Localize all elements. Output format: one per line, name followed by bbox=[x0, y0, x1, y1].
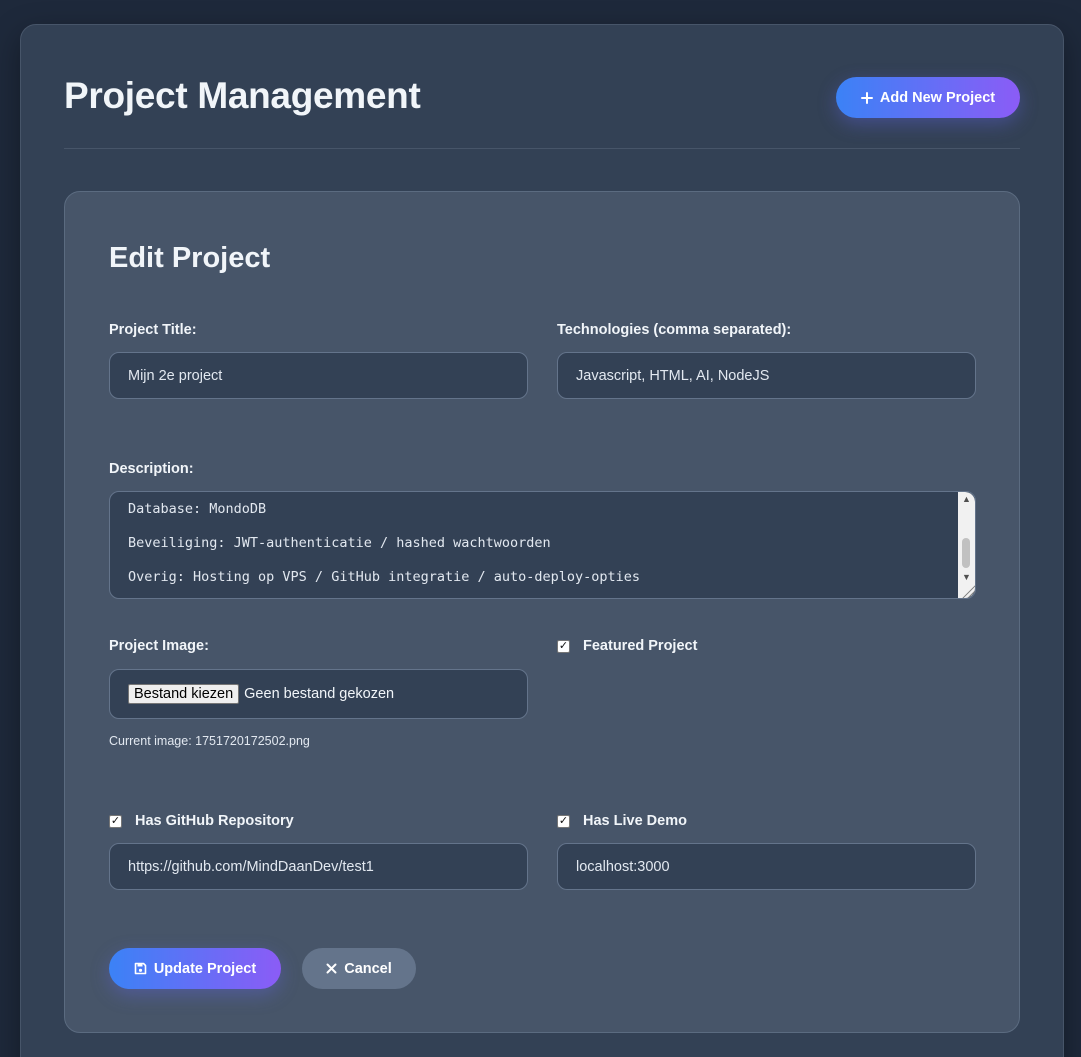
featured-project-checkbox[interactable]: ✓ bbox=[557, 639, 570, 653]
current-image-text: Current image: 1751720172502.png bbox=[109, 734, 310, 748]
project-title-value: Mijn 2e project bbox=[128, 367, 223, 384]
project-title-input[interactable]: Mijn 2e project bbox=[109, 352, 528, 399]
project-title-label: Project Title: bbox=[109, 322, 197, 338]
featured-project-row: ✓ Featured Project bbox=[557, 638, 697, 654]
featured-project-label: Featured Project bbox=[583, 638, 698, 654]
resize-grip-icon[interactable] bbox=[961, 584, 975, 598]
github-url-input[interactable]: https://github.com/MindDaanDev/test1 bbox=[109, 843, 528, 890]
has-live-demo-checkbox[interactable]: ✓ bbox=[557, 814, 570, 828]
page-title: Project Management bbox=[64, 75, 421, 116]
scroll-thumb[interactable] bbox=[962, 538, 970, 568]
update-project-button[interactable]: Update Project bbox=[109, 948, 281, 989]
scroll-up-icon[interactable]: ▲ bbox=[958, 492, 975, 506]
form-title: Edit Project bbox=[109, 242, 271, 274]
live-demo-url-value: localhost:3000 bbox=[576, 858, 670, 875]
technologies-value: Javascript, HTML, AI, NodeJS bbox=[576, 367, 770, 384]
github-url-value: https://github.com/MindDaanDev/test1 bbox=[128, 858, 374, 875]
floppy-disk-icon bbox=[134, 962, 147, 975]
has-github-checkbox[interactable]: ✓ bbox=[109, 814, 122, 828]
project-image-file-input: Bestand kiezen Geen bestand gekozen bbox=[109, 669, 528, 719]
description-line: Beveiliging: JWT-authenticatie / hashed … bbox=[128, 535, 551, 551]
description-textarea[interactable]: Database: MondoDB Beveiliging: JWT-authe… bbox=[109, 491, 976, 599]
description-line: Database: MondoDB bbox=[128, 501, 267, 517]
add-new-project-button[interactable]: Add New Project bbox=[836, 77, 1020, 118]
live-demo-row: ✓ Has Live Demo bbox=[557, 813, 687, 829]
plus-icon bbox=[860, 91, 873, 104]
description-label: Description: bbox=[109, 461, 194, 477]
description-scrollbar[interactable]: ▲ ▼ bbox=[958, 492, 975, 598]
live-demo-url-input[interactable]: localhost:3000 bbox=[557, 843, 976, 890]
x-icon bbox=[326, 963, 337, 974]
update-project-label: Update Project bbox=[153, 960, 257, 977]
technologies-input[interactable]: Javascript, HTML, AI, NodeJS bbox=[557, 352, 976, 399]
add-new-project-label: Add New Project bbox=[879, 89, 996, 106]
description-line: Overig: Hosting op VPS / GitHub integrat… bbox=[128, 569, 641, 585]
has-live-demo-label: Has Live Demo bbox=[583, 813, 687, 829]
main-panel: Project Management Add New Project Edit … bbox=[20, 24, 1064, 1057]
cancel-button[interactable]: Cancel bbox=[302, 948, 416, 989]
choose-file-button[interactable]: Bestand kiezen bbox=[128, 684, 240, 704]
file-status: Geen bestand gekozen bbox=[244, 686, 395, 702]
technologies-label: Technologies (comma separated): bbox=[557, 322, 792, 338]
cancel-label: Cancel bbox=[344, 960, 392, 977]
scroll-down-icon[interactable]: ▼ bbox=[958, 570, 975, 584]
project-image-label: Project Image: bbox=[109, 638, 209, 654]
edit-project-card: Edit Project Project Title: Mijn 2e proj… bbox=[64, 191, 1020, 1033]
github-row: ✓ Has GitHub Repository bbox=[109, 813, 294, 829]
has-github-label: Has GitHub Repository bbox=[135, 813, 294, 829]
page-header: Project Management Add New Project bbox=[64, 25, 1020, 149]
